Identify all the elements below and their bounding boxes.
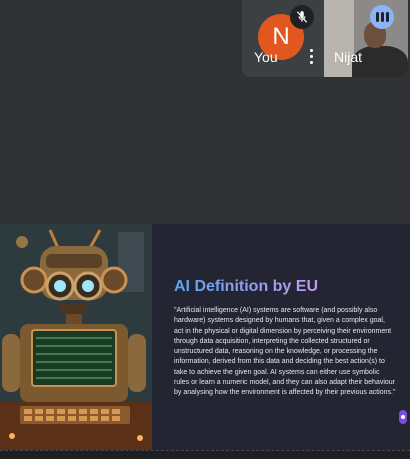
mic-off-icon [290, 5, 314, 29]
avatar-initial: N [272, 23, 290, 50]
participant-tile-nijat[interactable]: Nijat [324, 0, 408, 77]
slide-indicator-icon[interactable] [399, 410, 407, 424]
participant-tile-you[interactable]: N You [242, 0, 322, 77]
participant-name-you: You [254, 49, 278, 65]
participant-panel: N You Nijat [242, 0, 408, 77]
presentation-slide: AI Definition by EU "Artificial intellig… [0, 224, 410, 450]
audio-level-icon [370, 5, 394, 29]
robot-illustration [0, 224, 152, 450]
slide-body-text: "Artificial intelligence (AI) systems ar… [174, 307, 396, 397]
more-options-icon[interactable] [305, 46, 317, 66]
slide-title: AI Definition by EU [174, 278, 318, 295]
participant-name-nijat: Nijat [334, 49, 363, 65]
filmstrip-edge [0, 450, 410, 459]
